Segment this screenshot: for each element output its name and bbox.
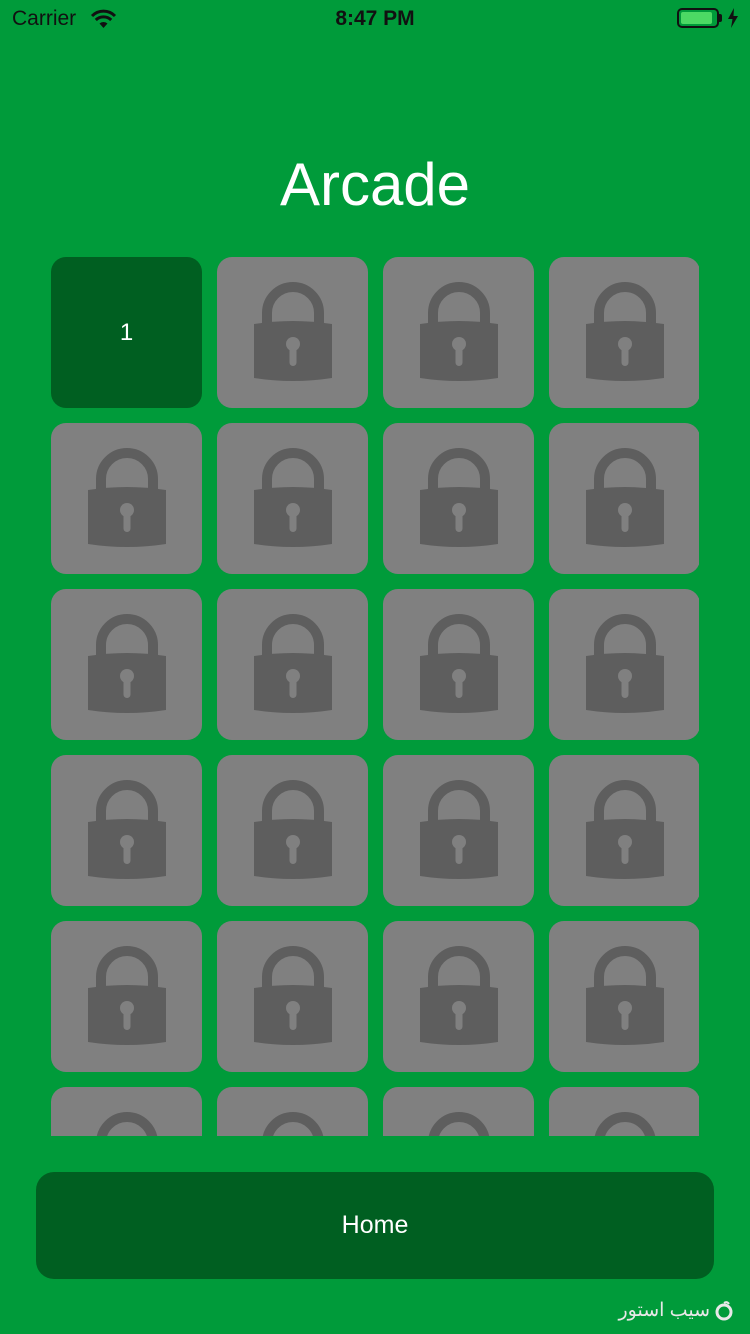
lock-icon (420, 1108, 498, 1136)
lock-icon (87, 610, 166, 720)
lock-icon (87, 776, 166, 886)
status-bar: Carrier 8:47 PM (0, 0, 750, 40)
locked-level-tile[interactable] (217, 755, 368, 906)
locked-level-tile[interactable] (383, 1087, 534, 1136)
locked-level-tile[interactable] (549, 257, 699, 408)
lock-icon (253, 610, 332, 720)
locked-level-tile[interactable] (549, 755, 699, 906)
lock-icon (87, 942, 166, 1052)
apple-logo-icon (715, 1300, 733, 1320)
lock-icon (586, 1108, 664, 1136)
battery-fill (681, 12, 712, 24)
locked-level-tile[interactable] (51, 921, 202, 1072)
lock-icon (254, 1108, 332, 1136)
locked-level-tile[interactable] (51, 755, 202, 906)
locked-level-tile[interactable] (217, 921, 368, 1072)
locked-level-tile[interactable] (549, 589, 699, 740)
level-grid-scroll[interactable]: 1 (51, 257, 699, 1136)
lock-icon (253, 278, 332, 388)
locked-level-tile[interactable] (383, 921, 534, 1072)
lock-icon (585, 776, 664, 886)
locked-level-tile[interactable] (51, 589, 202, 740)
locked-level-tile[interactable] (51, 1087, 202, 1136)
home-button[interactable]: Home (36, 1172, 714, 1279)
lock-icon (585, 278, 664, 388)
lock-icon (419, 942, 498, 1052)
lock-icon (419, 610, 498, 720)
watermark-text: سیب استور (618, 1300, 710, 1321)
locked-level-tile[interactable] (549, 423, 699, 574)
locked-level-tile[interactable] (383, 589, 534, 740)
locked-level-tile[interactable] (217, 423, 368, 574)
level-number: 1 (119, 318, 134, 346)
lock-icon (419, 776, 498, 886)
charging-bolt-icon (728, 8, 738, 28)
lock-icon (585, 610, 664, 720)
lock-icon (88, 1108, 166, 1136)
level-grid: 1 (51, 257, 699, 1136)
lock-icon (585, 444, 664, 554)
level-tile[interactable]: 1 (51, 257, 202, 408)
lock-icon (253, 942, 332, 1052)
locked-level-tile[interactable] (51, 423, 202, 574)
battery-icon (677, 8, 719, 28)
watermark: سیب استور (618, 1299, 734, 1322)
battery-tip (719, 14, 722, 22)
locked-level-tile[interactable] (217, 589, 368, 740)
lock-icon (585, 942, 664, 1052)
lock-icon (87, 444, 166, 554)
status-time: 8:47 PM (335, 7, 415, 30)
lock-icon (419, 278, 498, 388)
lock-icon (253, 776, 332, 886)
locked-level-tile[interactable] (549, 921, 699, 1072)
locked-level-tile[interactable] (217, 257, 368, 408)
page-title: Arcade (279, 151, 471, 218)
locked-level-tile[interactable] (549, 1087, 699, 1136)
locked-level-tile[interactable] (383, 423, 534, 574)
lock-icon (419, 444, 498, 554)
lock-icon (253, 444, 332, 554)
locked-level-tile[interactable] (383, 755, 534, 906)
locked-level-tile[interactable] (217, 1087, 368, 1136)
locked-level-tile[interactable] (383, 257, 534, 408)
